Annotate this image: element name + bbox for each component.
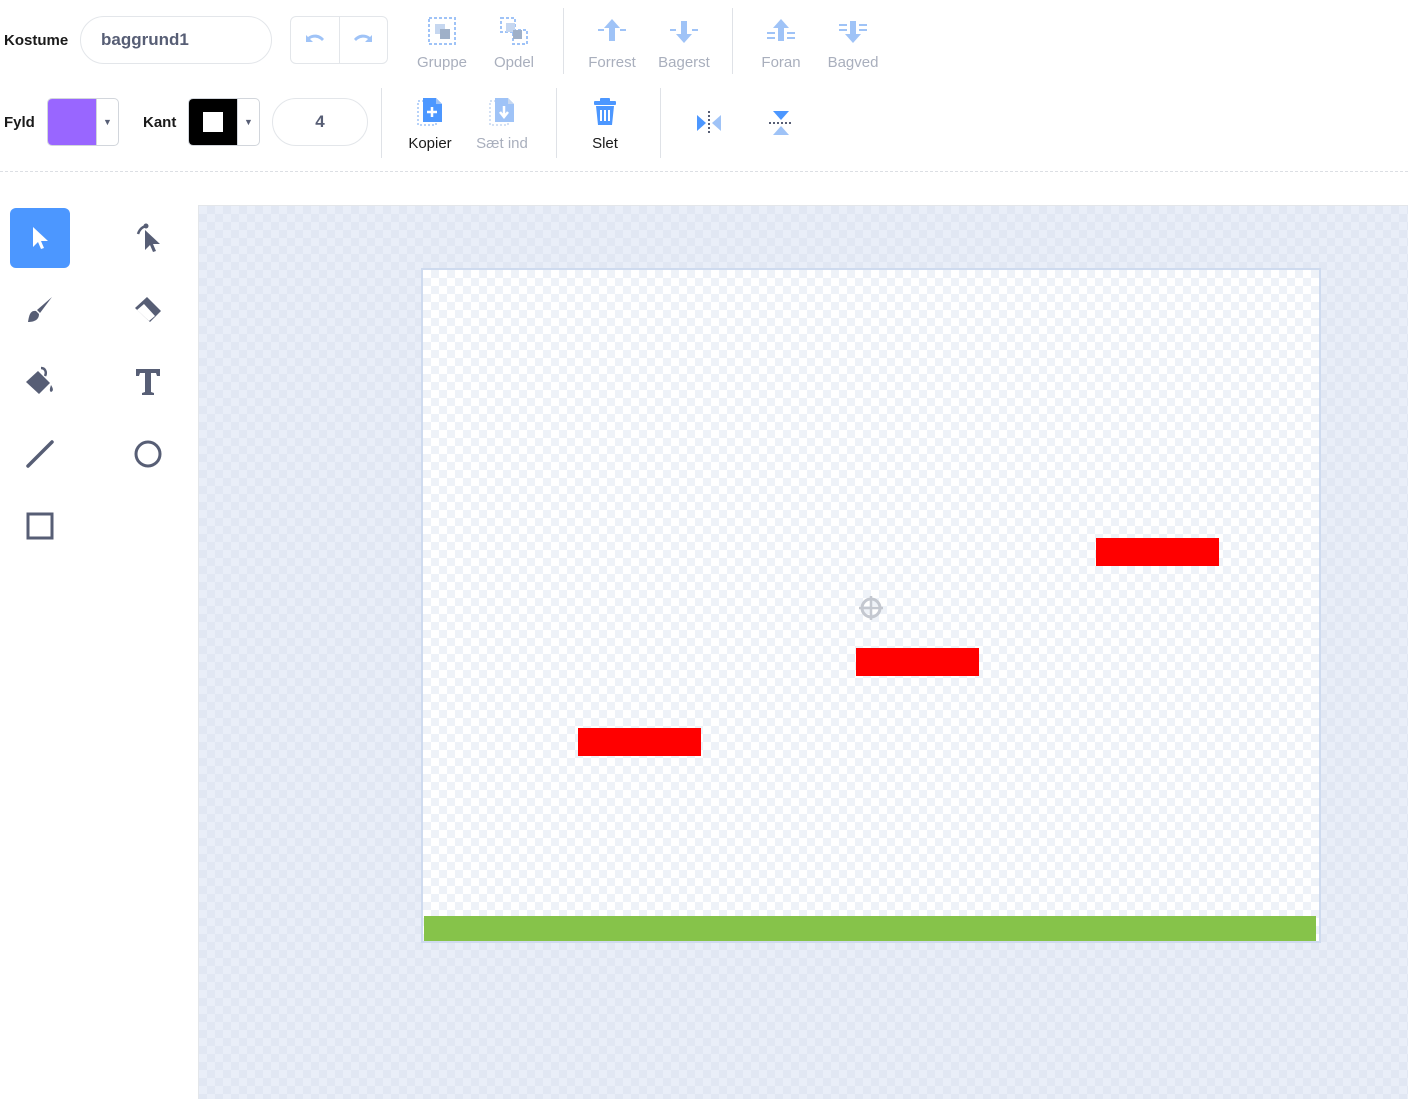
fill-tool[interactable] (10, 352, 70, 412)
trash-icon (588, 95, 622, 129)
outline-color-picker[interactable]: ▼ (188, 98, 260, 146)
reshape-cursor-icon (136, 223, 160, 252)
arrow-cursor-icon (33, 227, 48, 249)
group-button[interactable]: Gruppe (406, 14, 478, 71)
redo-icon (354, 34, 373, 42)
undo-redo-group (290, 16, 388, 64)
toolbar-bottom-divider (0, 171, 1408, 172)
backward-most-label: Bagerst (658, 54, 710, 71)
delete-button[interactable]: Slet (569, 95, 641, 152)
toolbar-divider (381, 88, 382, 158)
toolbar-divider (556, 88, 557, 158)
select-tool[interactable] (10, 208, 70, 268)
layer-up-icon (764, 14, 798, 48)
red-platform-lower[interactable] (578, 728, 701, 756)
fill-color-picker[interactable]: ▼ (47, 98, 119, 146)
paste-label: Sæt ind (476, 135, 528, 152)
text-tool[interactable] (118, 352, 178, 412)
line-icon (26, 440, 54, 468)
forward-most-button[interactable]: Forrest (576, 14, 648, 71)
outline-inner-square (203, 112, 223, 132)
costume-label: Kostume (4, 32, 69, 49)
flip-horizontal-button[interactable] (690, 104, 728, 142)
layer-down-icon (836, 14, 870, 48)
delete-label: Slet (592, 135, 618, 152)
line-tool[interactable] (10, 424, 70, 484)
outline-width-input[interactable] (272, 98, 368, 146)
brush-tool[interactable] (10, 280, 70, 340)
copy-label: Kopier (408, 135, 452, 152)
forward-most-label: Forrest (588, 54, 636, 71)
circle-tool[interactable] (118, 424, 178, 484)
eraser-tool[interactable] (118, 280, 178, 340)
redo-button[interactable] (338, 17, 387, 63)
flip-vertical-button[interactable] (762, 104, 800, 142)
red-platform-middle[interactable] (856, 648, 979, 676)
dropdown-caret-icon: ▼ (237, 99, 259, 145)
toolbar-divider (732, 8, 733, 74)
paste-button[interactable]: Sæt ind (466, 95, 538, 152)
ungroup-button[interactable]: Opdel (478, 14, 550, 71)
rectangle-icon (26, 512, 54, 540)
paste-icon (485, 95, 519, 129)
backward-button[interactable]: Bagved (817, 14, 889, 71)
forward-label: Foran (761, 54, 801, 71)
toolbar-divider (660, 88, 661, 158)
outline-color-swatch (189, 99, 237, 145)
crosshair-icon (859, 596, 883, 620)
backward-label: Bagved (827, 54, 879, 71)
costume-name-input[interactable] (80, 16, 272, 64)
backward-most-button[interactable]: Bagerst (648, 14, 720, 71)
rectangle-tool[interactable] (10, 496, 70, 556)
copy-button[interactable]: Kopier (394, 95, 466, 152)
group-label: Gruppe (416, 54, 468, 71)
outline-label: Kant (143, 114, 177, 131)
ungroup-icon (497, 14, 531, 48)
dropdown-caret-icon: ▼ (96, 99, 118, 145)
green-ground[interactable] (424, 916, 1316, 941)
group-icon (425, 14, 459, 48)
fill-color-swatch (48, 99, 96, 145)
undo-icon (305, 34, 324, 42)
paint-bucket-icon (26, 366, 53, 394)
ungroup-label: Opdel (493, 54, 535, 71)
circle-icon (134, 440, 162, 468)
flip-vertical-icon (769, 111, 793, 135)
forward-button[interactable]: Foran (745, 14, 817, 71)
text-icon (136, 369, 160, 395)
copy-icon (413, 95, 447, 129)
toolbar-divider (563, 8, 564, 74)
undo-button[interactable] (291, 17, 339, 63)
eraser-icon (135, 297, 161, 322)
fill-label: Fyld (4, 114, 35, 131)
costume-canvas[interactable] (421, 268, 1321, 943)
flip-horizontal-icon (697, 111, 721, 135)
arrow-down-icon (667, 14, 701, 48)
reshape-tool[interactable] (118, 208, 178, 268)
arrow-up-icon (595, 14, 629, 48)
brush-icon (28, 297, 52, 322)
red-platform-upper[interactable] (1096, 538, 1219, 566)
